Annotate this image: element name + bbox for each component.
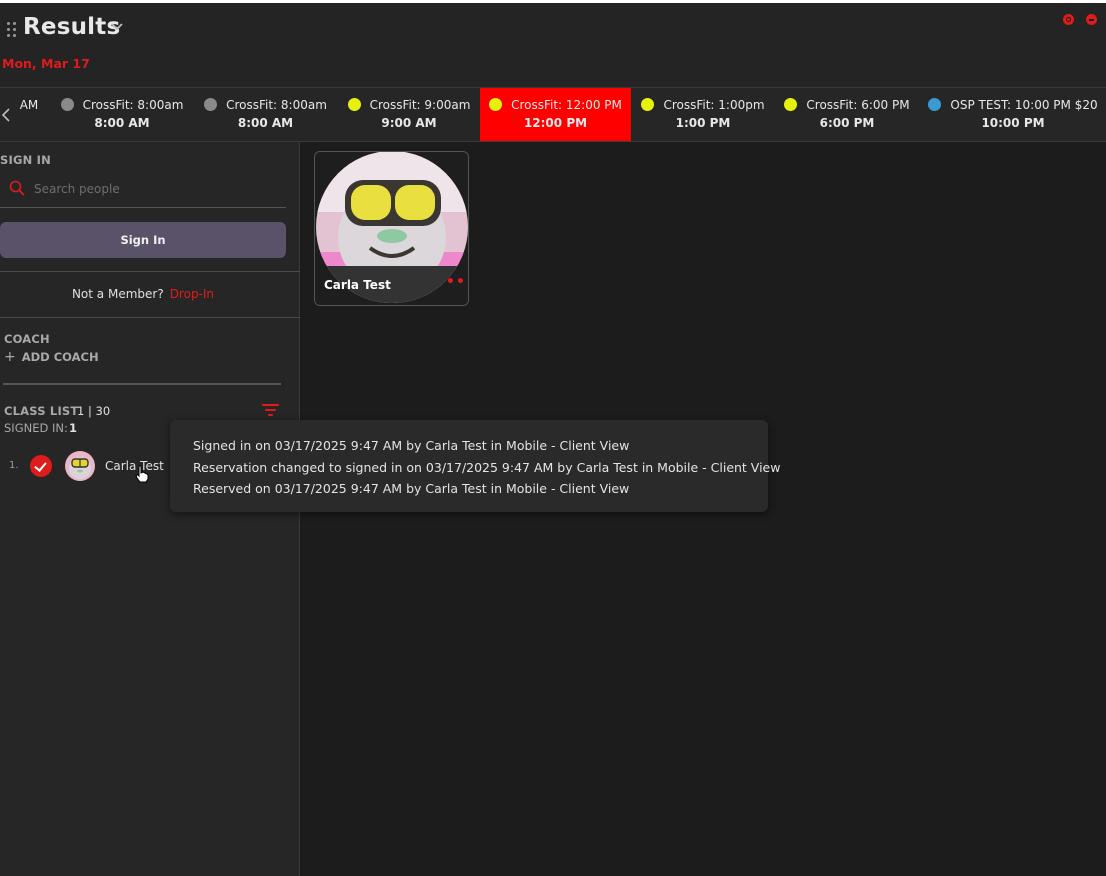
search-box (0, 173, 286, 208)
divider (3, 383, 281, 385)
search-input[interactable] (34, 179, 274, 199)
class-tab[interactable]: CrossFit: 8:00am 8:00 AM (199, 88, 332, 141)
status-dot-icon (641, 98, 655, 111)
avatar (65, 451, 95, 481)
class-tab-label: CrossFit: 12:00 PM (511, 98, 622, 112)
check-icon[interactable] (30, 455, 52, 477)
class-tab-label: CrossFit: 8:00am (226, 98, 327, 112)
class-tab-name: OSP TEST: 10:00 PM $20 (925, 98, 1101, 112)
class-schedule-bar: AM CrossFit: 8:00am 8:00 AM CrossFit: 8:00a… (0, 87, 1106, 142)
not-member-text: Not a Member? (71, 287, 164, 301)
more-options-icon[interactable]: ••• (446, 274, 468, 290)
class-tab-name: CrossFit: 9:00am (342, 98, 476, 112)
class-list-label: CLASS LIST (4, 404, 79, 418)
plus-icon: + (4, 349, 16, 365)
class-tab-name: AM (12, 98, 46, 112)
hand-cursor-icon (135, 465, 149, 483)
class-tab-name: CrossFit: 1:00pm (636, 98, 770, 112)
class-tab-time: 8:00 AM (94, 116, 150, 130)
class-tab[interactable]: CrossFit: 8:00am 8:00 AM (57, 88, 187, 141)
member-card[interactable]: Carla Test ••• (314, 151, 469, 306)
class-tab-time: 10:00 PM (981, 116, 1045, 130)
class-tab-time: 1:00 PM (675, 116, 731, 130)
coach-label: COACH (4, 332, 50, 346)
class-tab[interactable]: CrossFit: 1:00pm 1:00 PM (636, 88, 770, 141)
class-tab-label: OSP TEST: 10:00 PM $20 (950, 98, 1098, 112)
status-dot-icon (489, 98, 503, 111)
card-name: Carla Test (324, 278, 391, 292)
sign-in-button[interactable]: Sign In (0, 222, 286, 258)
activity-tooltip: Signed in on 03/17/2025 9:47 AM by Carla… (170, 420, 781, 512)
search-icon (9, 180, 25, 196)
tooltip-line: Reservation changed to signed in on 03/1… (193, 459, 781, 475)
class-tab[interactable]: CrossFit: 6:00 PM 6:00 PM (780, 88, 914, 141)
tooltip-line: Reserved on 03/17/2025 9:47 AM by Carla … (193, 481, 630, 496)
chevron-down-icon[interactable] (110, 21, 124, 33)
class-list-count: 1 | 30 (77, 404, 111, 418)
current-date[interactable]: Mon, Mar 17 (2, 56, 90, 71)
class-tab-label: AM (19, 98, 39, 112)
chevron-left-icon[interactable] (0, 107, 12, 123)
status-dot-icon (928, 98, 942, 111)
drop-in-link[interactable]: Drop-In (170, 287, 214, 301)
class-tab-time: 9:00 AM (381, 116, 437, 130)
class-tab-time: 6:00 PM (819, 116, 875, 130)
divider (0, 271, 300, 272)
status-dot-icon (784, 98, 798, 111)
class-tab-name: CrossFit: 8:00am (199, 98, 332, 112)
class-tab-label: CrossFit: 8:00am (82, 98, 184, 112)
class-tab-time: 12:00 PM (523, 116, 588, 130)
add-coach-button[interactable]: + ADD COACH (4, 349, 99, 365)
row-index: 1. (9, 460, 19, 471)
sign-in-label: SIGN IN (0, 153, 51, 167)
class-tab-name: CrossFit: 8:00am (57, 98, 187, 112)
class-tab[interactable]: AM (12, 88, 46, 141)
class-tab[interactable]: CrossFit: 9:00am 9:00 AM (342, 88, 476, 141)
class-tab-time: 8:00 AM (237, 116, 294, 130)
tooltip-line: Signed in on 03/17/2025 9:47 AM by Carla… (193, 438, 630, 453)
not-member-row: Not a Member? Drop-In (0, 287, 286, 301)
signed-in-count: 1 (69, 421, 78, 435)
class-tab[interactable]: CrossFit: 12:00 PM 12:00 PM (480, 88, 631, 141)
class-tab-label: CrossFit: 6:00 PM (806, 98, 910, 112)
divider (0, 317, 300, 318)
status-dot-icon (60, 98, 74, 111)
class-tab-label: CrossFit: 9:00am (369, 98, 471, 112)
class-tab[interactable]: OSP TEST: 10:00 PM $20 10:00 PM (925, 88, 1101, 141)
header: Results Mon, Mar 17 (0, 3, 1106, 87)
status-dot-icon (347, 98, 361, 111)
search-icon[interactable] (1063, 14, 1074, 25)
minimize-icon[interactable] (1086, 14, 1097, 25)
signed-in-label: SIGNED IN: (4, 421, 68, 435)
class-tab-name: CrossFit: 12:00 PM (480, 98, 631, 112)
drag-handle-icon[interactable] (7, 22, 17, 38)
class-tab-name: CrossFit: 6:00 PM (780, 98, 914, 112)
add-coach-label: ADD COACH (21, 350, 99, 364)
page-title: Results (23, 14, 121, 40)
status-dot-icon (204, 98, 218, 111)
class-tab-label: CrossFit: 1:00pm (663, 98, 765, 112)
filter-icon[interactable] (262, 403, 279, 417)
